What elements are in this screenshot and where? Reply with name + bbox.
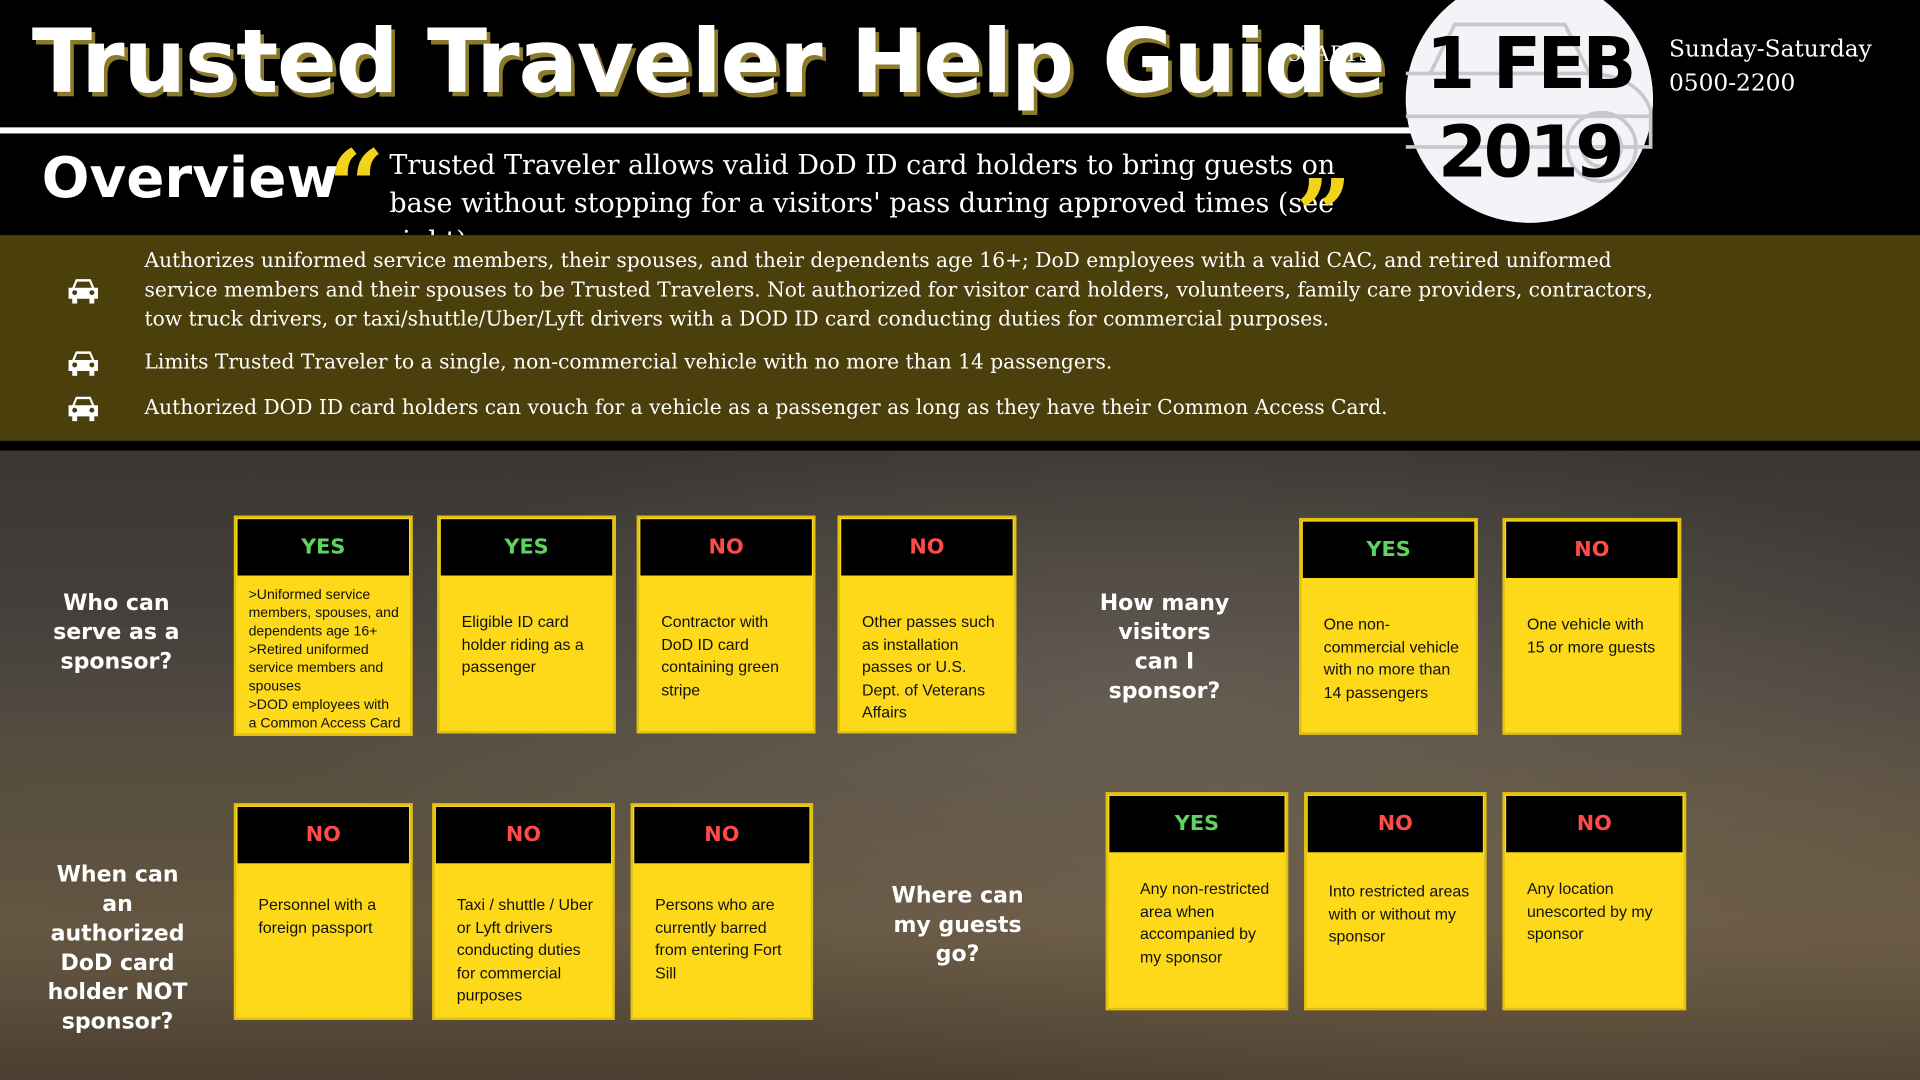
answer-card: NO Any location unescorted by my sponsor <box>1502 792 1687 1011</box>
answer-card: NO Taxi / shuttle / Uber or Lyft drivers … <box>432 803 615 1021</box>
answer-text: Eligible ID card holder riding as a pass… <box>461 612 584 676</box>
answer-text: Persons who are currently barred from en… <box>655 895 782 982</box>
bullet-item: Authorized DOD ID card holders can vouch… <box>144 395 1388 419</box>
car-icon <box>68 351 98 376</box>
answer-label: NO <box>237 806 409 864</box>
page-title: Trusted Traveler Help Guide <box>31 9 1386 113</box>
schedule-days: Sunday-Saturday <box>1668 35 1872 63</box>
start-date-day-month: 1 FEB <box>1425 22 1637 106</box>
question-where: Where can my guests go? <box>891 882 1024 968</box>
answer-label: YES <box>237 519 409 576</box>
answer-text: Contractor with DoD ID card containing g… <box>661 612 779 699</box>
answer-text: Other passes such as installation passes… <box>862 612 995 722</box>
overview-heading: Overview <box>41 144 339 211</box>
answer-card: NO Personnel with a foreign passport <box>233 803 413 1021</box>
answer-card: NO Into restricted areas with or without … <box>1304 792 1487 1011</box>
answer-text: One vehicle with 15 or more guests <box>1526 614 1656 656</box>
answer-card: YES Any non-restricted area when accompan… <box>1105 792 1289 1011</box>
rules-band: Authorizes uniformed service members, th… <box>0 235 1920 441</box>
answer-label: NO <box>634 806 810 864</box>
answer-card: NO Persons who are currently barred from … <box>630 803 814 1021</box>
question-sponsor: Who can serve as a sponsor? <box>53 590 180 675</box>
answer-card: NO Other passes such as installation pass… <box>837 515 1017 734</box>
answer-text: Any location unescorted by my sponsor <box>1526 879 1653 943</box>
answer-label: NO <box>841 519 1013 576</box>
answer-card: NO One vehicle with 15 or more guests <box>1502 517 1682 735</box>
answer-text: Any non-restricted area when accompanied… <box>1140 879 1270 966</box>
answer-label: NO <box>1506 795 1683 853</box>
infographic: Trusted Traveler Help Guide Overview “ T… <box>0 0 1920 1080</box>
answer-text: >Uniformed service members, spouses, and… <box>248 587 401 732</box>
divider <box>0 127 1421 134</box>
bullet-item: Authorizes uniformed service members, th… <box>144 248 1654 331</box>
starts-label: STARTS: <box>1288 41 1378 68</box>
answer-text: Personnel with a foreign passport <box>258 895 377 937</box>
car-icon <box>68 279 98 304</box>
answer-label: YES <box>1109 795 1285 853</box>
schedule: Sunday-Saturday 0500-2200 <box>1669 32 1872 101</box>
answer-card: YES Eligible ID card holder riding as a p… <box>437 515 616 734</box>
answer-card: YES One non-commercial vehicle with no mo… <box>1299 517 1478 735</box>
car-icon <box>68 396 98 422</box>
question-visitors: How many visitors can I sponsor? <box>1099 590 1230 705</box>
answer-card: NO Contractor with DoD ID card containing… <box>636 515 816 734</box>
answer-label: YES <box>440 519 613 576</box>
answer-text: One non-commercial vehicle with no more … <box>1323 614 1460 702</box>
answer-label: NO <box>640 519 812 576</box>
answer-label: NO <box>435 806 612 864</box>
schedule-hours: 0500-2200 <box>1668 69 1796 97</box>
answer-label: NO <box>1506 521 1678 578</box>
bullet-item: Limits Trusted Traveler to a single, non… <box>144 350 1113 374</box>
answer-text: Taxi / shuttle / Uber or Lyft drivers co… <box>456 895 593 1005</box>
question-not-sponsor: When can an authorized DoD card holder N… <box>47 862 188 1035</box>
open-quote-icon: “ <box>328 128 385 244</box>
start-date-year: 2019 <box>1437 110 1625 194</box>
answer-label: YES <box>1302 521 1475 578</box>
answer-card: YES >Uniformed service members, spouses, … <box>233 515 413 736</box>
answer-text: Into restricted areas with or without my… <box>1328 881 1470 946</box>
answer-label: NO <box>1307 795 1483 853</box>
